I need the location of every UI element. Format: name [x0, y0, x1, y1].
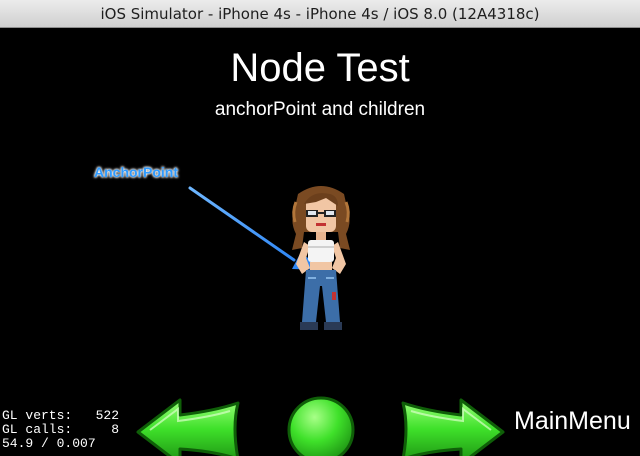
left-arrow-icon[interactable] — [134, 397, 242, 456]
simulator-titlebar: iOS Simulator - iPhone 4s - iPhone 4s / … — [0, 0, 640, 28]
fps-stat: 54.9 / 0.007 — [2, 436, 96, 451]
game-screen: Node Test anchorPoint and children Ancho… — [0, 28, 640, 456]
gl-calls-stat: GL calls: 8 — [2, 422, 120, 437]
circle-icon[interactable] — [286, 395, 356, 456]
right-arrow-icon[interactable] — [399, 397, 507, 456]
anchor-point-label: AnchorPoint — [94, 164, 178, 180]
main-menu-button[interactable]: MainMenu — [514, 407, 631, 436]
gl-verts-stat: GL verts: 522 — [2, 408, 120, 423]
girl-sprite — [292, 186, 350, 330]
gl-stats: GL verts: 522 GL calls: 8 54.9 / 0.007 — [2, 409, 119, 451]
window-title: iOS Simulator - iPhone 4s - iPhone 4s / … — [100, 5, 540, 23]
